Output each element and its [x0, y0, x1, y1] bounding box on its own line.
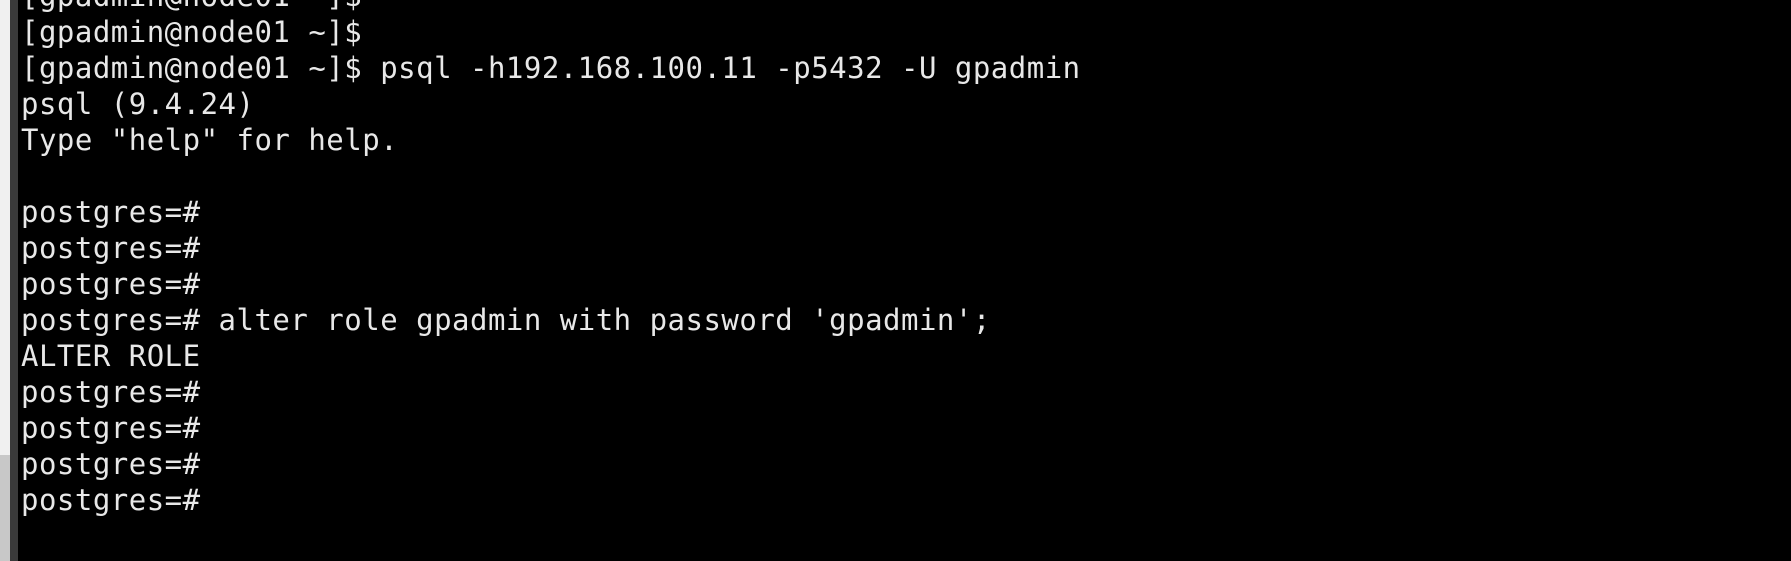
terminal-line: [gpadmin@node01 ~]$: [21, 15, 363, 49]
terminal-line-prompt: postgres=#: [21, 267, 201, 301]
terminal-line-alter-result: ALTER ROLE: [21, 339, 201, 373]
terminal-gutter: [10, 0, 18, 561]
terminal-window[interactable]: [gpadmin@node01 ~]$ [gpadmin@node01 ~]$ …: [0, 0, 1791, 561]
terminal-line-help-hint: Type "help" for help.: [21, 123, 399, 157]
terminal-line-prompt-cursor: postgres=#: [21, 483, 201, 517]
terminal-line-psql-version: psql (9.4.24): [21, 87, 255, 121]
terminal-line-prompt: postgres=#: [21, 195, 201, 229]
terminal-line-alter-command: postgres=# alter role gpadmin with passw…: [21, 303, 991, 337]
terminal-line: [gpadmin@node01 ~]$: [18, 0, 1791, 14]
terminal-line-prompt: postgres=#: [21, 447, 201, 481]
scrollbar-thumb[interactable]: [0, 455, 10, 561]
terminal-line-prompt: postgres=#: [21, 375, 201, 409]
vertical-scrollbar[interactable]: [0, 0, 10, 561]
terminal-line-prompt: postgres=#: [21, 231, 201, 265]
terminal-screen[interactable]: [gpadmin@node01 ~]$ [gpadmin@node01 ~]$ …: [18, 0, 1791, 561]
terminal-line-connect-command: [gpadmin@node01 ~]$ psql -h192.168.100.1…: [21, 51, 1081, 85]
terminal-output: [gpadmin@node01 ~]$ [gpadmin@node01 ~]$ …: [18, 0, 1791, 518]
terminal-line-prompt: postgres=#: [21, 411, 201, 445]
